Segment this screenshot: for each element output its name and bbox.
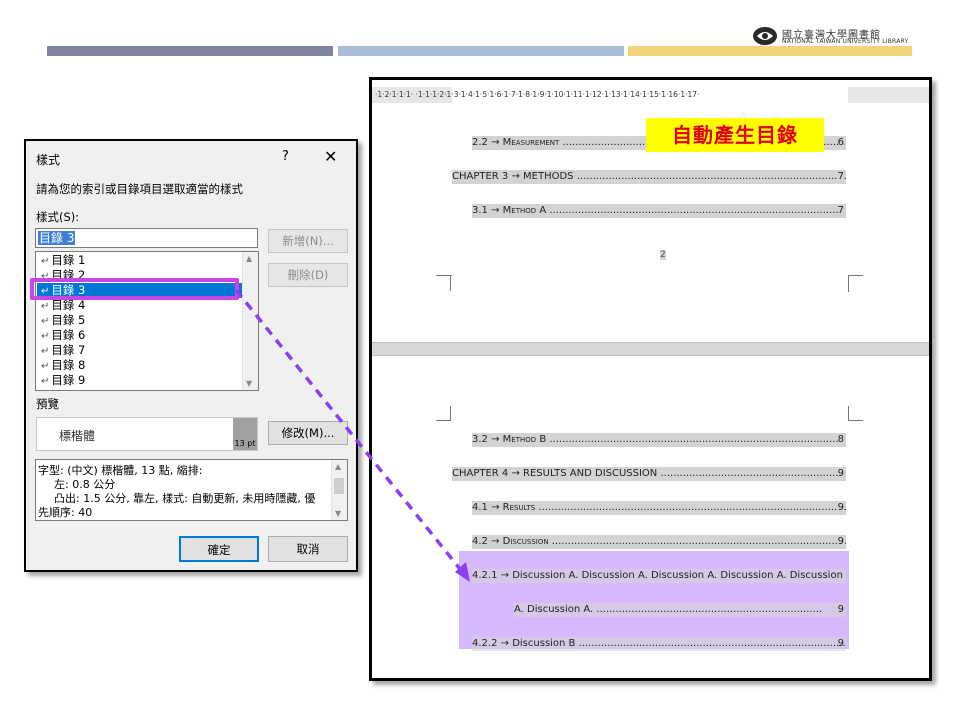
selected-item-highlight — [30, 278, 239, 300]
toc-entry-level3-cont[interactable]: A. Discussion A. .......................… — [514, 603, 846, 617]
toc-entry[interactable]: 3.1 → Method A .........................… — [472, 204, 846, 218]
style-label: 樣式(S): — [36, 210, 80, 224]
style-list[interactable]: ↵ 目錄 1 ↵ 目錄 2 ↵ 目錄 3 ↵ 目錄 4 ↵ 目錄 5 ↵ 目錄 6 ↵ 目錄 … — [35, 251, 259, 391]
scroll-down-icon[interactable]: ▼ — [246, 379, 252, 388]
toc-entry-level3[interactable]: 4.2.1 → Discussion A. Discussion A. Disc… — [472, 569, 846, 583]
toc-entry[interactable]: 4.2 → Discussion .......................… — [472, 535, 846, 549]
list-scrollbar[interactable]: ▲ ▼ — [242, 252, 258, 390]
style-list-item[interactable]: ↵ 目錄 6 — [41, 328, 85, 343]
description-line: 先順序: 40 — [38, 506, 93, 519]
preview-size: 13 pt — [233, 418, 257, 450]
scroll-down-icon[interactable]: ▼ — [335, 509, 341, 518]
style-description: 字型: (中文) 標楷體, 13 點, 縮排: 左: 0.8 公分 凸出: 1.… — [35, 459, 348, 521]
style-list-item[interactable]: ↵ 目錄 7 — [41, 343, 85, 358]
document-window: ·1·2·1·1·1· ·1·1·1·2·1·3·1·4·1·5·1·6·1·7… — [369, 77, 932, 681]
level3-highlight-overlay — [459, 551, 849, 649]
style-list-item[interactable]: ↵ 目錄 5 — [41, 313, 85, 328]
dialog-title: 樣式 — [36, 153, 61, 167]
scroll-thumb[interactable] — [334, 478, 344, 494]
style-list-item[interactable]: ↵ 目錄 8 — [41, 358, 85, 373]
scroll-up-icon[interactable]: ▲ — [335, 462, 341, 471]
description-scrollbar[interactable]: ▲ ▼ — [331, 460, 347, 520]
scroll-up-icon[interactable]: ▲ — [246, 254, 252, 263]
close-icon[interactable]: ✕ — [324, 147, 337, 166]
horizontal-ruler[interactable]: ·1·2·1·1·1· ·1·1·1·2·1·3·1·4·1·5·1·6·1·7… — [372, 87, 929, 103]
description-line: 凸出: 1.5 公分, 靠左, 樣式: 自動更新, 未用時隱藏, 優 — [54, 492, 316, 505]
toc-entry[interactable]: 4.1 → Results ..........................… — [472, 501, 846, 515]
header-stripe-2 — [338, 46, 624, 56]
dialog-prompt: 請為您的索引或目錄項目選取適當的樣式 — [36, 182, 243, 196]
header-stripe-1 — [47, 46, 333, 56]
style-name-value: 目錄 3 — [38, 231, 76, 245]
style-list-item[interactable]: ↵ 目錄 1 — [41, 253, 85, 268]
toc-entry-chapter[interactable]: CHAPTER 4 → RESULTS AND DISCUSSION .....… — [452, 467, 846, 481]
preview-label: 預覽 — [36, 397, 59, 411]
cancel-button[interactable]: 取消 — [268, 536, 348, 562]
library-logo-icon — [753, 27, 777, 45]
ok-button[interactable]: 確定 — [179, 536, 259, 562]
toc-entry[interactable]: 3.2 → Method B .........................… — [472, 433, 846, 447]
page-number: 2 — [660, 250, 666, 260]
preview-box: 標楷體 13 pt — [36, 417, 258, 451]
toc-entry-chapter[interactable]: CHAPTER 3 → METHODS ....................… — [452, 170, 846, 184]
logo-text-en: NATIONAL TAIWAN UNIVERSITY LIBRARY — [782, 38, 909, 45]
auto-toc-callout: 自動產生目錄 — [646, 118, 824, 152]
toc-entry-level3[interactable]: 4.2.2 → Discussion B ...................… — [472, 637, 846, 651]
help-button[interactable]: ? — [282, 149, 289, 164]
new-style-button[interactable]: 新增(N)... — [268, 229, 348, 253]
style-list-item[interactable]: ↵ 目錄 9 — [41, 373, 85, 388]
ruler-ticks: ·1·2·1·1·1· ·1·1·1·2·1·3·1·4·1·5·1·6·1·7… — [375, 90, 700, 99]
delete-style-button[interactable]: 刪除(D) — [268, 263, 348, 287]
style-list-item[interactable]: ↵ 目錄 4 — [41, 298, 85, 313]
modify-button[interactable]: 修改(M)... — [268, 421, 348, 445]
style-dialog: 樣式 ? ✕ 請為您的索引或目錄項目選取適當的樣式 樣式(S): 目錄 3 新增… — [24, 139, 358, 572]
style-name-input[interactable]: 目錄 3 — [35, 228, 258, 248]
preview-text: 標楷體 — [59, 429, 96, 443]
ntu-library-logo: 國立臺灣大學圖書館 NATIONAL TAIWAN UNIVERSITY LIB… — [752, 26, 922, 48]
page-break-gap — [372, 342, 929, 356]
